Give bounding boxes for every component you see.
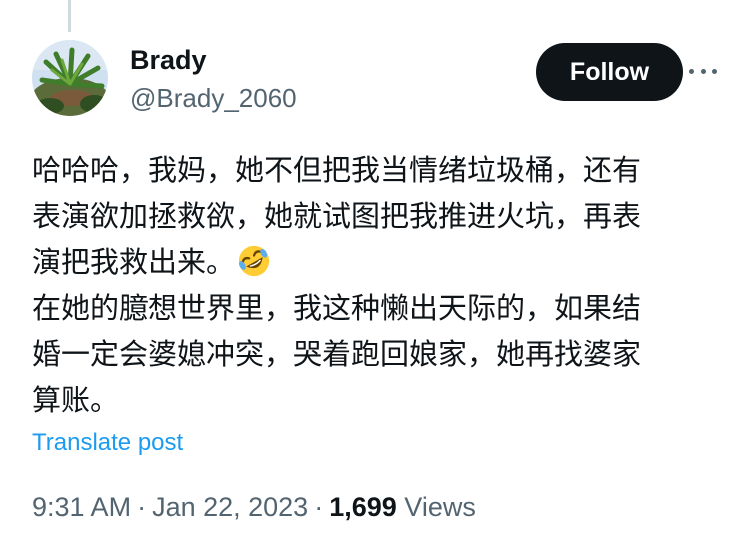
post-text: 哈哈哈，我妈，她不但把我当情绪垃圾桶，还有 表演欲加拯救欲，她就试图把我推进火坑… [32,147,732,423]
post-text-line: 在她的臆想世界里，我这种懒出天际的，如果结 [32,291,642,325]
thread-connector-line [68,0,71,32]
post-date[interactable]: Jan 22, 2023 [152,492,308,522]
follow-button[interactable]: Follow [536,43,683,101]
post-text-line: 哈哈哈，我妈，她不但把我当情绪垃圾桶，还有 [32,153,642,187]
avatar[interactable] [32,40,108,116]
more-horizontal-icon[interactable] [689,62,717,80]
meta-separator: · [137,492,147,522]
post-text-line-with-emoji: 演把我救出来。 [32,239,732,285]
views-count: 1,699 [329,492,397,522]
rolling-on-floor-laughing-emoji-icon [238,245,270,277]
post-text-line: 算账。 [32,383,120,417]
avatar-plant-photo [32,40,108,116]
post-text-line: 演把我救出来。 [32,245,236,279]
post-time[interactable]: 9:31 AM [32,492,131,522]
author-name[interactable]: Brady [130,44,207,76]
translate-post-link[interactable]: Translate post [32,428,183,458]
post-metadata: 9:31 AM · Jan 22, 2023 · 1,699 Views [32,490,476,524]
author-handle[interactable]: @Brady_2060 [130,82,297,114]
post-text-line: 表演欲加拯救欲，她就试图把我推进火坑，再表 [32,199,642,233]
post-text-line: 婚一定会婆媳冲突，哭着跑回娘家，她再找婆家 [32,337,642,371]
views-label: Views [404,492,476,522]
meta-separator: · [314,492,324,522]
